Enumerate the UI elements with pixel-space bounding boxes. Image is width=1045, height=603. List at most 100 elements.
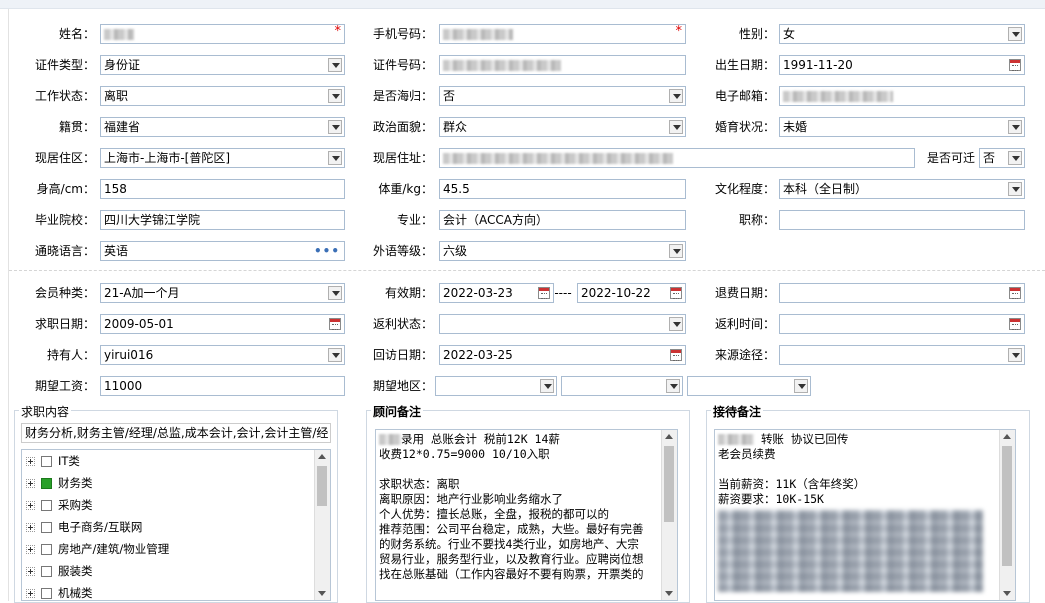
address-field[interactable]: [439, 148, 915, 168]
chevron-down-icon[interactable]: [1008, 151, 1022, 165]
calendar-icon[interactable]: [670, 349, 682, 361]
scroll-down-icon[interactable]: [665, 591, 673, 596]
checkbox[interactable]: [41, 500, 52, 511]
calendar-icon[interactable]: [670, 287, 682, 299]
checkbox[interactable]: [41, 456, 52, 467]
tree-item-ecommerce[interactable]: 电子商务/互联网: [26, 517, 142, 537]
consultant-notes-textarea[interactable]: 录用 总账会计 税前12K 14薪 收费12*0.75=9000 10/10入职…: [375, 429, 678, 601]
scroll-thumb[interactable]: [1002, 446, 1012, 566]
calendar-icon[interactable]: [538, 287, 550, 299]
scroll-down-icon[interactable]: [1003, 591, 1011, 596]
checkbox[interactable]: [41, 566, 52, 577]
salary-field[interactable]: 11000: [100, 376, 345, 396]
gender-select[interactable]: 女: [779, 24, 1025, 44]
tree-item-it[interactable]: IT类: [26, 451, 80, 471]
expand-icon[interactable]: [26, 545, 35, 554]
reception-scrollbar[interactable]: [999, 430, 1015, 600]
scroll-up-icon[interactable]: [1003, 434, 1011, 439]
scroll-up-icon[interactable]: [318, 454, 326, 459]
chevron-down-icon[interactable]: [328, 151, 342, 165]
expand-icon[interactable]: [26, 567, 35, 576]
chevron-down-icon[interactable]: [669, 89, 683, 103]
major-field[interactable]: 会计（ACCA方向）: [439, 210, 686, 230]
chevron-down-icon[interactable]: [666, 379, 680, 393]
relocate-select[interactable]: 否: [979, 148, 1025, 168]
rebate-time-field[interactable]: [779, 314, 1025, 334]
validity-from-field[interactable]: 2022-03-23: [439, 283, 554, 303]
tree-item-apparel[interactable]: 服装类: [26, 561, 93, 581]
marital-select[interactable]: 未婚: [779, 117, 1025, 137]
id-number-field[interactable]: [439, 55, 686, 75]
source-select[interactable]: [779, 345, 1025, 365]
scroll-down-icon[interactable]: [318, 591, 326, 596]
height-field[interactable]: 158: [100, 179, 345, 199]
school-field[interactable]: 四川大学锦江学院: [100, 210, 345, 230]
tree-item-real-estate[interactable]: 房地产/建筑/物业管理: [26, 539, 169, 559]
chevron-down-icon[interactable]: [540, 379, 554, 393]
calendar-icon[interactable]: [1009, 287, 1021, 299]
chevron-down-icon[interactable]: [328, 89, 342, 103]
refund-date-field[interactable]: [779, 283, 1025, 303]
chevron-down-icon[interactable]: [328, 286, 342, 300]
political-select[interactable]: 群众: [439, 117, 686, 137]
job-content-summary[interactable]: 财务分析,财务主管/经理/总监,成本会计,会计,会计主管/经: [21, 423, 331, 443]
notes-scrollbar[interactable]: [661, 430, 677, 600]
overseas-select[interactable]: 否: [439, 86, 686, 106]
work-status-select[interactable]: 离职: [100, 86, 345, 106]
job-category-tree[interactable]: IT类 财务类 采购类 电子商务/互联网 房地产/建筑/物业管理 服装类 机械类: [21, 449, 331, 601]
rebate-status-select[interactable]: [439, 314, 686, 334]
native-select[interactable]: 福建省: [100, 117, 345, 137]
chevron-down-icon[interactable]: [669, 317, 683, 331]
tree-item-machinery[interactable]: 机械类: [26, 583, 93, 600]
expand-icon[interactable]: [26, 589, 35, 598]
region-district-select[interactable]: [687, 376, 811, 396]
calendar-icon[interactable]: [1009, 318, 1021, 330]
chevron-down-icon[interactable]: [794, 379, 808, 393]
tree-scrollbar[interactable]: [314, 450, 330, 600]
expand-icon[interactable]: [26, 523, 35, 532]
holder-select[interactable]: yirui016: [100, 345, 345, 365]
chevron-down-icon[interactable]: [328, 120, 342, 134]
visit-date-field[interactable]: 2022-03-25: [439, 345, 686, 365]
region-province-select[interactable]: [435, 376, 557, 396]
expand-icon[interactable]: [26, 479, 35, 488]
chevron-down-icon[interactable]: [1008, 27, 1022, 41]
region-city-select[interactable]: [561, 376, 683, 396]
phone-field[interactable]: [439, 24, 686, 44]
weight-field[interactable]: 45.5: [439, 179, 686, 199]
chevron-down-icon[interactable]: [328, 348, 342, 362]
scroll-thumb[interactable]: [664, 446, 674, 522]
chevron-down-icon[interactable]: [1008, 182, 1022, 196]
expand-icon[interactable]: [26, 501, 35, 510]
member-type-select[interactable]: 21-A加一个月: [100, 283, 345, 303]
foreign-level-select[interactable]: 六级: [439, 241, 686, 261]
checkbox-checked[interactable]: [41, 478, 52, 489]
chevron-down-icon[interactable]: [669, 244, 683, 258]
education-select[interactable]: 本科（全日制）: [779, 179, 1025, 199]
name-field[interactable]: [100, 24, 345, 44]
tree-item-finance[interactable]: 财务类: [26, 473, 93, 493]
checkbox[interactable]: [41, 522, 52, 533]
calendar-icon[interactable]: [1009, 59, 1021, 71]
chevron-down-icon[interactable]: [669, 120, 683, 134]
chevron-down-icon[interactable]: [1008, 348, 1022, 362]
more-options-icon[interactable]: •••: [314, 242, 340, 260]
checkbox[interactable]: [41, 588, 52, 599]
tree-item-purchasing[interactable]: 采购类: [26, 495, 93, 515]
checkbox[interactable]: [41, 544, 52, 555]
job-date-field[interactable]: 2009-05-01: [100, 314, 345, 334]
language-field[interactable]: 英语 •••: [100, 241, 345, 261]
chevron-down-icon[interactable]: [1008, 120, 1022, 134]
birth-date-field[interactable]: 1991-11-20: [779, 55, 1025, 75]
title-field[interactable]: [779, 210, 1025, 230]
scroll-up-icon[interactable]: [665, 434, 673, 439]
scroll-thumb[interactable]: [317, 466, 327, 506]
expand-icon[interactable]: [26, 457, 35, 466]
id-type-select[interactable]: 身份证: [100, 55, 345, 75]
chevron-down-icon[interactable]: [328, 58, 342, 72]
calendar-icon[interactable]: [329, 318, 341, 330]
validity-to-field[interactable]: 2022-10-22: [577, 283, 686, 303]
reception-notes-textarea[interactable]: 转账 协议已回传 老会员续费 当前薪资：11K（含年终奖） 薪资要求：10K-1…: [714, 429, 1016, 601]
residence-select[interactable]: 上海市-上海市-[普陀区]: [100, 148, 345, 168]
email-field[interactable]: [779, 86, 1025, 106]
